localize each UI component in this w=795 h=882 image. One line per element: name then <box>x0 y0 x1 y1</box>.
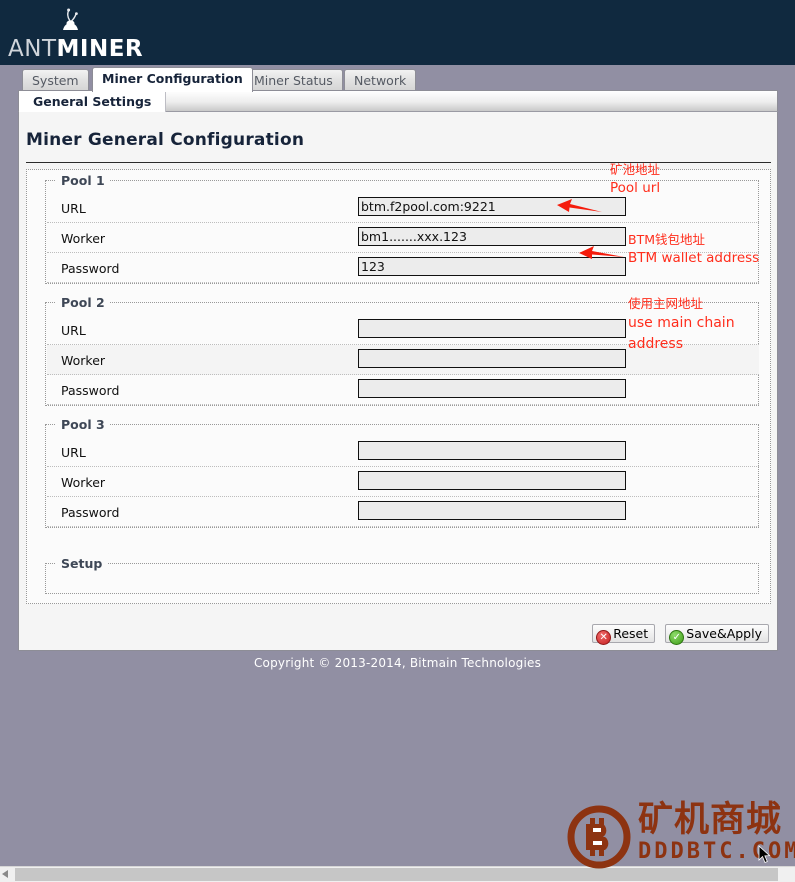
pool-3-worker-label: Worker <box>61 475 106 490</box>
pool-1-url-label: URL <box>61 201 86 216</box>
bitcoin-circle-icon <box>567 805 631 869</box>
pool-2-password-input[interactable] <box>358 379 626 398</box>
watermark-cn-text: 矿机商城 <box>638 800 783 840</box>
antminer-wordmark: ANTMINER <box>8 36 143 62</box>
annotation-wallet-cn: BTM钱包地址 <box>628 232 705 247</box>
pool-2-password-row: Password <box>47 375 759 405</box>
pool-2-worker-input[interactable] <box>358 349 626 368</box>
pool-3-password-input[interactable] <box>358 501 626 520</box>
reset-button[interactable]: ✕ Reset <box>592 624 656 645</box>
form-actions: ✕ Reset ✓ Save&Apply <box>586 624 769 645</box>
sub-tab-bar: General Settings <box>18 90 778 113</box>
annotation-mainchain-en-line1: use main chain <box>628 315 735 331</box>
configuration-panel: Miner General Configuration Pool 1 URL W… <box>18 112 778 651</box>
annotation-mainchain-en-line2: address <box>628 336 684 352</box>
pool-3-url-label: URL <box>61 445 86 460</box>
pool-2-url-label: URL <box>61 323 86 338</box>
main-tab-bar: System Miner Configuration Miner Status … <box>0 65 795 92</box>
annotation-pool-url: 矿池地址 Pool url <box>610 161 660 197</box>
pool-2-url-input[interactable] <box>358 319 626 338</box>
app-header: ANTMINER <box>0 0 795 65</box>
watermark-en-text: DDDBTC.COM <box>638 839 795 864</box>
ant-icon <box>63 8 78 30</box>
logo-text-ant: ANT <box>8 36 57 62</box>
reset-button-label: Reset <box>613 626 649 641</box>
cancel-circle-icon: ✕ <box>596 630 612 645</box>
pool-3-password-label: Password <box>61 505 120 520</box>
pool-3-legend: Pool 3 <box>56 417 110 432</box>
pool-1-url-row: URL <box>47 193 759 223</box>
pool-1-legend: Pool 1 <box>56 173 110 188</box>
setup-fieldset: Setup <box>45 556 759 594</box>
pool-3-worker-row: Worker <box>47 467 759 497</box>
logo-text-miner: MINER <box>56 36 144 62</box>
pool-2-worker-label: Worker <box>61 353 106 368</box>
annotation-wallet-en: BTM wallet address <box>628 250 760 266</box>
pool-3-url-input[interactable] <box>358 441 626 460</box>
annotation-pool-url-cn: 矿池地址 <box>610 162 661 177</box>
subtab-general-settings[interactable]: General Settings <box>19 91 167 113</box>
tab-system[interactable]: System <box>22 69 89 92</box>
footer-copyright: Copyright © 2013-2014, Bitmain Technolog… <box>0 653 795 675</box>
tab-miner-status[interactable]: Miner Status <box>244 69 343 92</box>
annotation-pool-url-en: Pool url <box>610 180 661 196</box>
tab-network[interactable]: Network <box>344 69 417 92</box>
pool-1-worker-label: Worker <box>61 231 106 246</box>
setup-legend: Setup <box>56 556 108 571</box>
pool-3-password-row: Password <box>47 497 759 527</box>
pool-2-password-label: Password <box>61 383 120 398</box>
page-title: Miner General Configuration <box>26 130 305 150</box>
annotation-arrow-pool-url <box>557 199 602 212</box>
save-apply-button-label: Save&Apply <box>686 626 762 641</box>
annotation-mainchain-cn: 使用主网地址 <box>628 296 704 311</box>
scroll-left-arrow-icon[interactable] <box>2 870 8 878</box>
pool-3-worker-input[interactable] <box>358 471 626 490</box>
antminer-logo: ANTMINER <box>8 6 143 62</box>
save-apply-button[interactable]: ✓ Save&Apply <box>665 624 769 645</box>
mouse-cursor <box>758 845 771 864</box>
annotation-arrow-wallet <box>579 246 624 259</box>
annotation-wallet: BTM钱包地址 BTM wallet address <box>628 231 759 267</box>
annotation-mainchain: 使用主网地址 use main chain address <box>628 295 735 355</box>
pool-3-fieldset: Pool 3 URL Worker Password <box>45 417 759 528</box>
tab-miner-configuration[interactable]: Miner Configuration <box>92 67 253 92</box>
pool-3-url-row: URL <box>47 437 759 467</box>
pool-2-legend: Pool 2 <box>56 295 110 310</box>
pool-1-password-label: Password <box>61 261 120 276</box>
pool-1-worker-input[interactable] <box>358 227 626 246</box>
check-circle-icon: ✓ <box>669 630 685 645</box>
